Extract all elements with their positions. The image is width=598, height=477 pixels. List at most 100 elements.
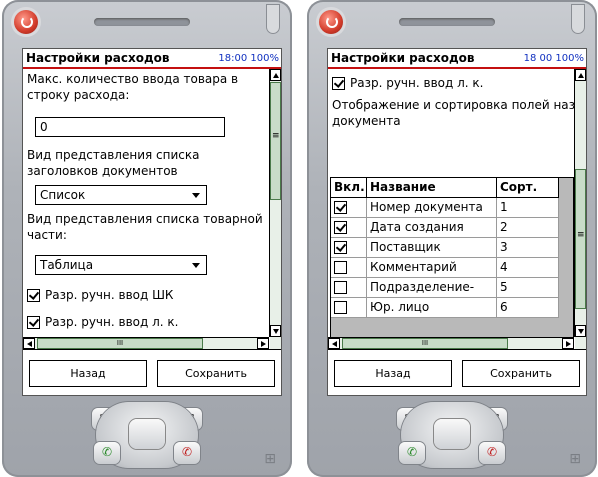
goods-view-value: Таблица: [40, 258, 94, 272]
row-enabled-cell: [331, 238, 367, 258]
back-button[interactable]: Назад: [29, 360, 147, 387]
manual-account-label: Разр. ручн. ввод л. к.: [45, 315, 179, 329]
row-enabled-checkbox[interactable]: [334, 261, 347, 274]
back-button[interactable]: Назад: [334, 360, 452, 387]
row-enabled-checkbox[interactable]: [334, 281, 347, 294]
manual-account-checkbox[interactable]: [332, 77, 345, 90]
end-call-button[interactable]: ✆: [479, 442, 505, 464]
settings-form: Разр. ручн. ввод л. к. Отображение и сор…: [328, 69, 574, 337]
scroll-left-button[interactable]: [23, 338, 35, 349]
save-button[interactable]: Сохранить: [157, 360, 275, 387]
power-icon[interactable]: [319, 10, 343, 34]
scroll-right-button[interactable]: [257, 338, 269, 349]
column-header-enabled[interactable]: Вкл.: [331, 178, 367, 198]
device-left: Настройки расходов 18:00 100% Макс. коли…: [2, 0, 292, 477]
row-sort-cell[interactable]: 3: [497, 238, 559, 258]
speaker-grille: [94, 18, 190, 26]
vertical-scrollbar[interactable]: ≡: [574, 69, 586, 337]
speaker-grille: [399, 18, 495, 26]
status-clock: 18 00 100%: [523, 52, 584, 64]
dpad-center[interactable]: [129, 419, 165, 449]
dpad-center[interactable]: [434, 419, 470, 449]
manual-account-checkbox[interactable]: [27, 316, 40, 329]
arrow-up-icon: [273, 73, 279, 78]
chevron-down-icon: [192, 193, 200, 198]
table-row[interactable]: Дата создания 2: [331, 218, 559, 238]
table-row[interactable]: Юр. лицо 6: [331, 298, 559, 318]
end-call-button[interactable]: ✆: [174, 442, 200, 464]
power-icon[interactable]: [14, 10, 38, 34]
hscroll-thumb[interactable]: III: [342, 338, 508, 349]
button-bar: Назад Сохранить: [23, 349, 281, 395]
manual-barcode-checkbox[interactable]: [27, 289, 40, 302]
device-top-bar: [307, 0, 597, 48]
row-name-cell: Номер документа: [367, 198, 497, 218]
status-clock: 18:00 100%: [218, 52, 279, 64]
table-row[interactable]: Подразделение- 5: [331, 278, 559, 298]
row-enabled-cell: [331, 298, 367, 318]
page-title: Настройки расходов: [331, 51, 475, 65]
scroll-corner: [575, 337, 586, 349]
goods-view-select[interactable]: Таблица: [35, 255, 207, 275]
grip-icon: III: [421, 339, 429, 347]
row-name-cell: Комментарий: [367, 258, 497, 278]
goods-view-label: Вид представления списка товарной части:: [27, 212, 263, 242]
call-button[interactable]: ✆: [94, 442, 120, 464]
max-qty-label: Макс. количество ввода товара в строку р…: [27, 72, 239, 102]
table-row[interactable]: Поставщик 3: [331, 238, 559, 258]
row-name-cell: Поставщик: [367, 238, 497, 258]
chevron-down-icon: [192, 263, 200, 268]
row-sort-cell[interactable]: 1: [497, 198, 559, 218]
hardware-keys: ▤ ▦ ✆ ✆ ⊞: [2, 394, 292, 477]
row-enabled-cell: [331, 218, 367, 238]
page-title: Настройки расходов: [26, 51, 170, 65]
arrow-right-icon: [566, 341, 571, 347]
save-button[interactable]: Сохранить: [462, 360, 580, 387]
manual-barcode-label: Разр. ручн. ввод ШК: [45, 288, 174, 302]
call-button[interactable]: ✆: [399, 442, 425, 464]
stylus-slot: [266, 4, 280, 34]
arrow-left-icon: [27, 341, 32, 347]
scroll-left-button[interactable]: [328, 338, 340, 349]
row-sort-cell[interactable]: 4: [497, 258, 559, 278]
table-row[interactable]: Номер документа 1: [331, 198, 559, 218]
title-bar: Настройки расходов 18:00 100%: [23, 49, 281, 69]
scroll-thumb[interactable]: ≡: [270, 82, 281, 200]
row-enabled-cell: [331, 198, 367, 218]
arrow-up-icon: [578, 73, 584, 78]
column-header-sort[interactable]: Сорт.: [497, 178, 559, 198]
manual-account-label: Разр. ручн. ввод л. к.: [350, 76, 484, 90]
call-icon: ✆: [406, 445, 418, 459]
column-header-name[interactable]: Название: [367, 178, 497, 198]
scroll-right-button[interactable]: [562, 338, 574, 349]
grip-icon: ≡: [577, 230, 585, 240]
device-top-bar: [2, 0, 292, 48]
doc-list-view-label: Вид представления списка заголовков доку…: [27, 148, 200, 178]
row-enabled-checkbox[interactable]: [334, 241, 347, 254]
grip-icon: ≡: [272, 131, 280, 141]
scroll-down-button[interactable]: [575, 325, 586, 337]
table-row[interactable]: Комментарий 4: [331, 258, 559, 278]
screen-left: Настройки расходов 18:00 100% Макс. коли…: [22, 48, 282, 396]
row-name-cell: Подразделение-: [367, 278, 497, 298]
max-qty-input[interactable]: 0: [35, 117, 225, 137]
arrow-down-icon: [578, 329, 584, 334]
row-sort-cell[interactable]: 5: [497, 278, 559, 298]
scroll-up-button[interactable]: [270, 69, 281, 81]
screen-right: Настройки расходов 18 00 100% Разр. ручн…: [327, 48, 587, 396]
row-enabled-checkbox[interactable]: [334, 201, 347, 214]
row-enabled-checkbox[interactable]: [334, 221, 347, 234]
fields-label: Отображение и сортировка полей наз докум…: [332, 98, 574, 128]
horizontal-scrollbar[interactable]: III: [328, 337, 574, 349]
fields-table: Вкл. Название Сорт. Номер документа 1 Дата…: [330, 177, 574, 337]
row-sort-cell[interactable]: 2: [497, 218, 559, 238]
row-sort-cell[interactable]: 6: [497, 298, 559, 318]
scroll-thumb[interactable]: ≡: [575, 169, 586, 309]
doc-list-view-select[interactable]: Список: [35, 185, 207, 205]
scroll-down-button[interactable]: [270, 325, 281, 337]
horizontal-scrollbar[interactable]: III: [23, 337, 269, 349]
scroll-up-button[interactable]: [575, 69, 586, 81]
vertical-scrollbar[interactable]: ≡: [269, 69, 281, 337]
hscroll-thumb[interactable]: III: [37, 338, 203, 349]
row-enabled-checkbox[interactable]: [334, 301, 347, 314]
